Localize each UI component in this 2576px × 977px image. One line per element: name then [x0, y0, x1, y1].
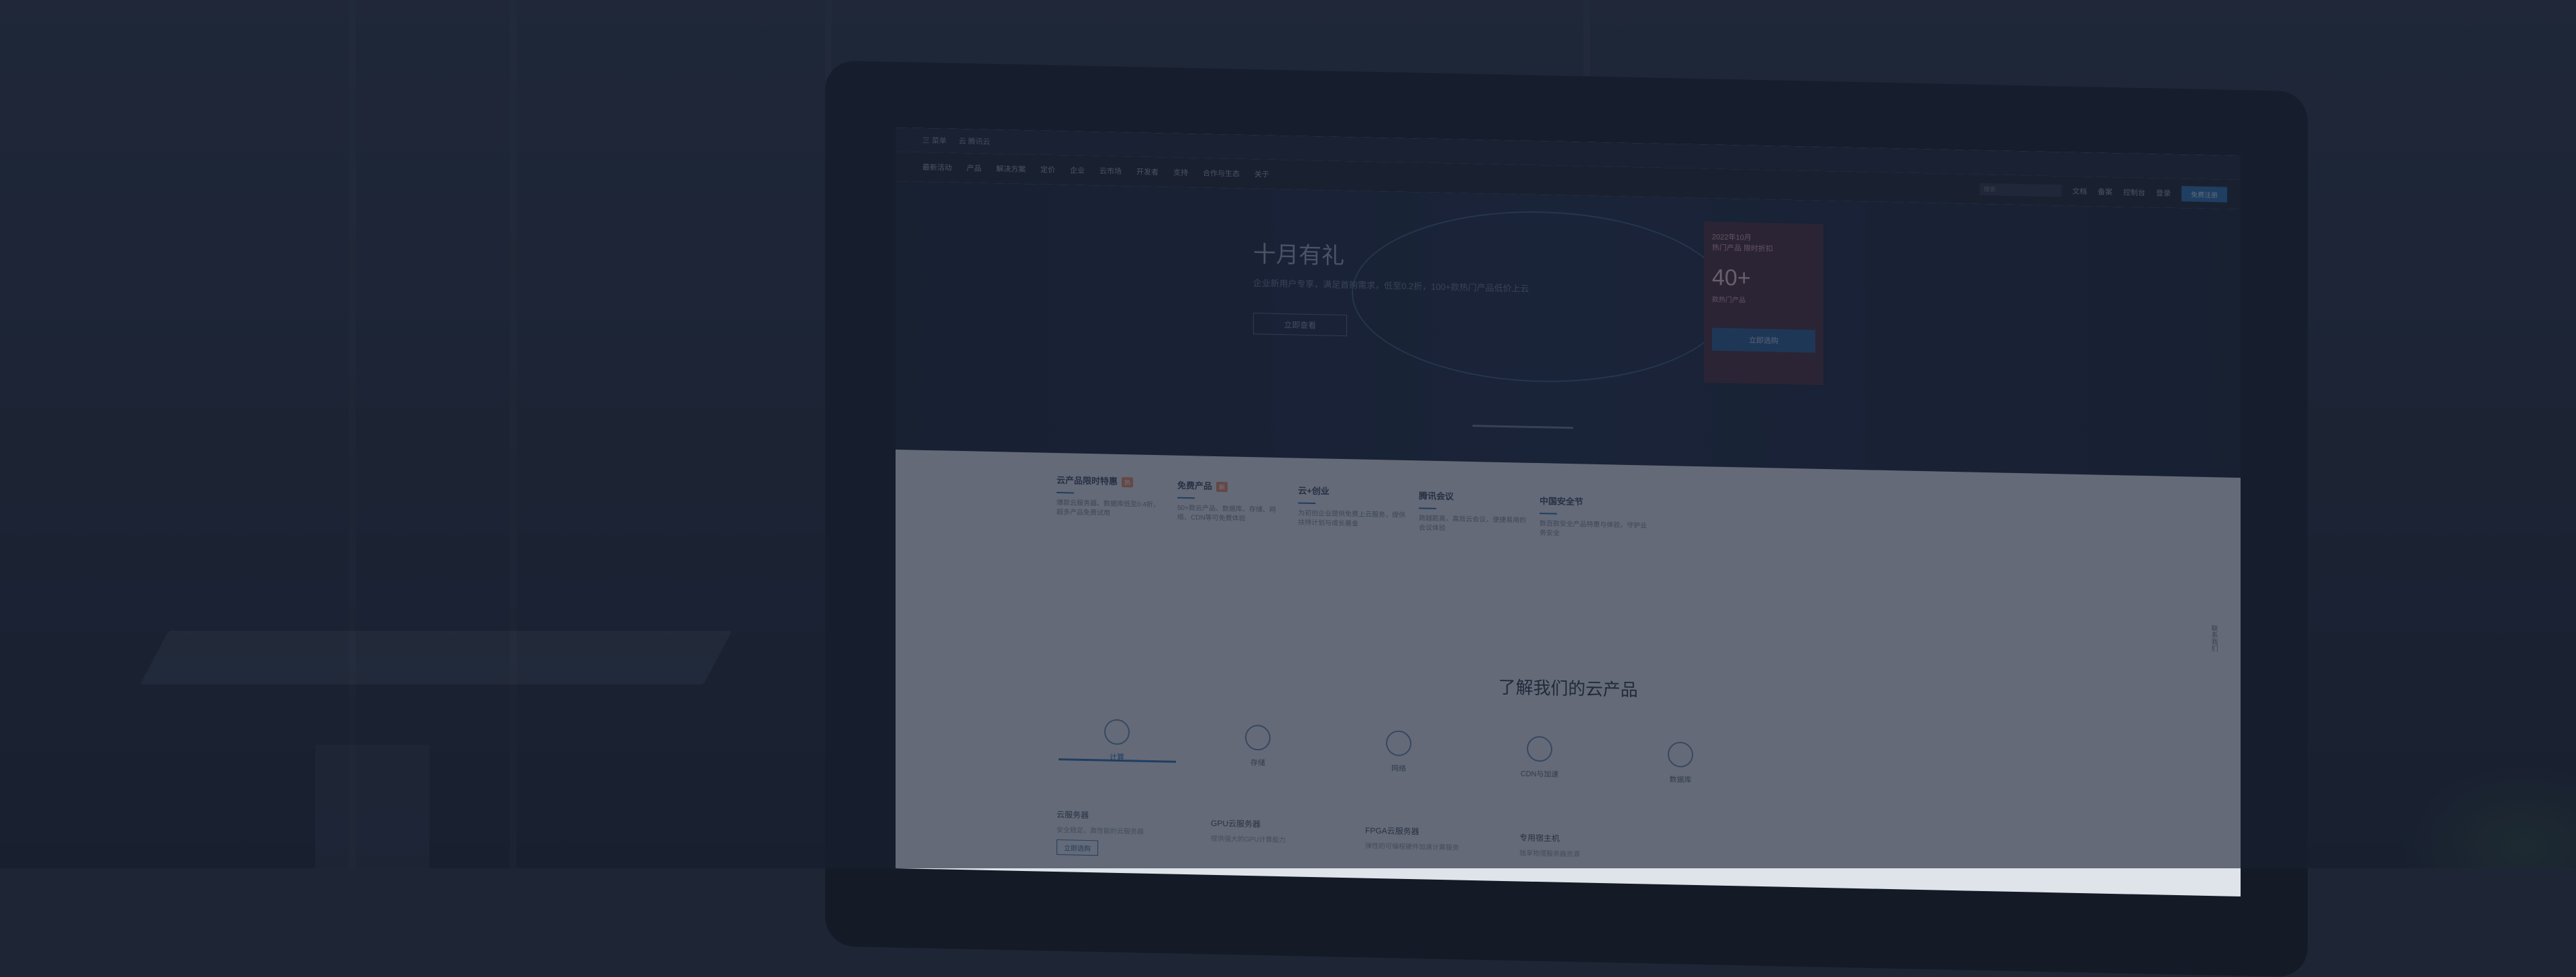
hero-cta-button[interactable]: 立即查看 — [1253, 313, 1347, 337]
product-name: 专用宿主机 — [1519, 833, 1560, 843]
tab-compute[interactable]: 计算 — [1077, 719, 1157, 764]
promo-underline — [1177, 497, 1195, 499]
promo-title: 云产品限时特惠 — [1057, 475, 1118, 486]
product-tabs: 计算 存储 网络 CDN与加速 数据库 — [896, 715, 2241, 823]
tab-label: 数据库 — [1669, 776, 1692, 784]
nav-item-support[interactable]: 支持 — [1173, 167, 1188, 178]
product-name: FPGA云服务器 — [1365, 825, 1419, 837]
tab-database[interactable]: 数据库 — [1640, 741, 1721, 786]
promo-item[interactable]: 免费产品新 50+款云产品、数据库、存储、网络、CDN等可免费体验 — [1177, 478, 1285, 525]
product-desc: 弹性的可编程硬件加速计算服务 — [1365, 842, 1459, 852]
product-buy-button[interactable]: 立即选购 — [1057, 839, 1098, 856]
nav-link-console[interactable]: 控制台 — [2123, 187, 2145, 198]
promo-desc: 数百款安全产品特惠与体验，守护业务安全 — [1540, 520, 1647, 537]
desk-lamp-shade — [140, 631, 733, 684]
nav-item-about[interactable]: 关于 — [1254, 168, 1269, 179]
tab-label: 网络 — [1391, 764, 1406, 773]
tab-label: CDN与加速 — [1520, 770, 1559, 779]
cdn-icon — [1527, 735, 1552, 762]
promo-underline — [1419, 507, 1436, 509]
monitor-screen: 三 菜单 云 腾讯云 最新活动 产品 解决方案 定价 企业 云市场 开发者 支持… — [896, 127, 2241, 896]
hero-title: 十月有礼 — [1253, 242, 1344, 270]
nav-item-developers[interactable]: 开发者 — [1136, 166, 1159, 178]
promo-title: 中国安全节 — [1540, 496, 1584, 507]
promo-tag: 热 — [1122, 477, 1134, 488]
product-item[interactable]: 专用宿主机 独享物理服务器资源 — [1519, 831, 1654, 860]
product-desc: 独享物理服务器资源 — [1519, 850, 1580, 859]
hero-orbit-graphic — [1352, 207, 1730, 387]
nav-item-enterprise[interactable]: 企业 — [1070, 164, 1085, 175]
promo-underline — [1540, 513, 1557, 515]
promo-tag: 新 — [1216, 482, 1228, 493]
product-item[interactable]: GPU云服务器 提供强大的GPU计算能力 — [1211, 817, 1345, 845]
hero-card-button[interactable]: 立即选购 — [1712, 327, 1815, 353]
nav-item-pricing[interactable]: 定价 — [1040, 164, 1055, 175]
nav-right: 文档 备案 控制台 登录 免费注册 — [1980, 181, 2227, 203]
site-logo[interactable]: 云 腾讯云 — [959, 136, 990, 147]
promo-item[interactable]: 云+创业 为初创企业提供免费上云服务，提供扶持计划与成长基金 — [1298, 484, 1405, 530]
menu-toggle[interactable]: 三 菜单 — [922, 135, 947, 146]
desk-lamp-base — [315, 745, 429, 868]
nav-item-products[interactable]: 产品 — [967, 162, 981, 173]
nav-link-beian[interactable]: 备案 — [2098, 187, 2112, 197]
nav-link-docs[interactable]: 文档 — [2072, 186, 2087, 197]
nav-item-latest[interactable]: 最新活动 — [922, 162, 952, 173]
database-icon — [1668, 741, 1693, 768]
hero-promo-card[interactable]: 2022年10月 热门产品 限时折扣 40+ 款热门产品 立即选购 — [1704, 221, 1823, 385]
network-icon — [1386, 730, 1411, 757]
promo-item[interactable]: 腾讯会议 跨越距离，高效云会议，便捷易用的会议体验 — [1419, 488, 1526, 535]
product-name: GPU云服务器 — [1211, 818, 1261, 829]
promo-item[interactable]: 云产品限时特惠热 爆款云服务器、数据库低至0.4折，超多产品免费试用 — [1057, 473, 1164, 519]
hero-card-line2: 热门产品 限时折扣 — [1712, 244, 1774, 254]
hero-card-line3: 款热门产品 — [1712, 296, 1746, 305]
storage-icon — [1245, 724, 1271, 751]
promo-desc: 跨越距离，高效云会议，便捷易用的会议体验 — [1419, 515, 1526, 533]
plant-leaves — [2402, 765, 2576, 868]
promo-underline — [1298, 502, 1316, 505]
product-desc: 提供强大的GPU计算能力 — [1211, 835, 1286, 845]
product-name: 云服务器 — [1057, 810, 1089, 821]
tab-storage[interactable]: 存储 — [1218, 724, 1298, 769]
nav-item-solutions[interactable]: 解决方案 — [996, 163, 1026, 174]
promo-strip: 云产品限时特惠热 爆款云服务器、数据库低至0.4折，超多产品免费试用 免费产品新… — [896, 450, 2241, 612]
product-desc: 安全稳定、高性能的云服务器 — [1057, 827, 1144, 836]
promo-desc: 为初创企业提供免费上云服务，提供扶持计划与成长基金 — [1298, 509, 1405, 528]
nav-item-ecosystem[interactable]: 合作与生态 — [1203, 168, 1240, 179]
carousel-indicator[interactable] — [1472, 425, 1573, 429]
promo-desc: 爆款云服务器、数据库低至0.4折，超多产品免费试用 — [1057, 499, 1160, 517]
promo-item[interactable]: 中国安全节 数百款安全产品特惠与体验，守护业务安全 — [1540, 494, 1647, 540]
hero-banner: 十月有礼 企业新用户专享，满足首购需求，低至0.2折，100+款热门产品低价上云… — [896, 181, 2241, 478]
product-item[interactable]: FPGA云服务器 弹性的可编程硬件加速计算服务 — [1365, 825, 1499, 853]
wall-panel-line — [349, 0, 356, 868]
tab-label: 存储 — [1250, 759, 1265, 768]
register-button[interactable]: 免费注册 — [2182, 185, 2227, 203]
tab-cdn[interactable]: CDN与加速 — [1499, 735, 1580, 780]
search-input[interactable] — [1980, 183, 2061, 197]
section-title: 了解我们的云产品 — [1498, 676, 1638, 701]
nav-item-marketplace[interactable]: 云市场 — [1099, 165, 1122, 176]
hero-card-number: 40+ — [1712, 264, 1751, 291]
wall-panel-line — [510, 0, 517, 868]
contact-float-button[interactable]: 联系我们 — [2204, 625, 2218, 678]
promo-underline — [1057, 492, 1074, 494]
promo-title: 腾讯会议 — [1419, 491, 1454, 502]
promo-title: 免费产品 — [1177, 480, 1213, 491]
login-link[interactable]: 登录 — [2156, 187, 2171, 198]
promo-desc: 50+款云产品、数据库、存储、网络、CDN等可免费体验 — [1177, 504, 1276, 523]
product-item[interactable]: 云服务器 安全稳定、高性能的云服务器 立即选购 — [1057, 809, 1191, 858]
promo-title: 云+创业 — [1298, 485, 1330, 497]
compute-icon — [1104, 719, 1130, 745]
tab-network[interactable]: 网络 — [1358, 729, 1439, 774]
